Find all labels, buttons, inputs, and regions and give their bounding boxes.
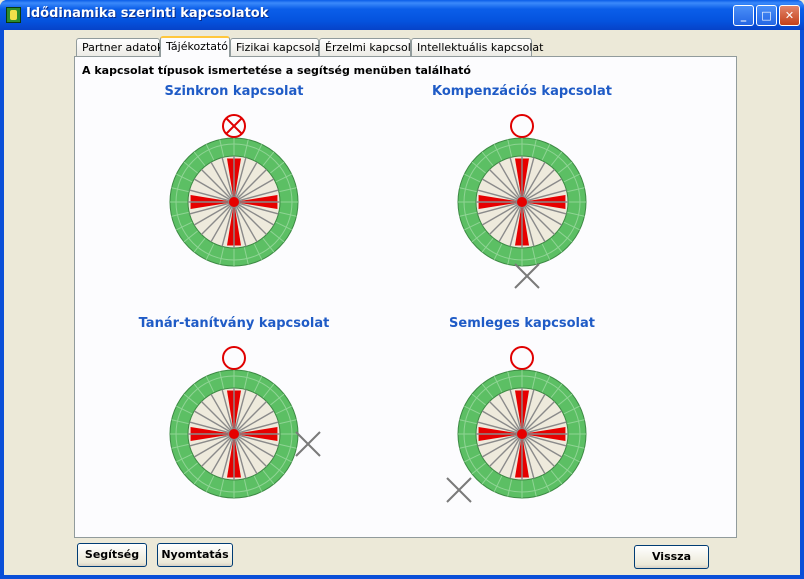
title-bar[interactable]: Idődinamika szerinti kapcsolatok _ □ ✕	[0, 0, 804, 30]
tab-intellektualis-kapcsolat[interactable]: Intellektuális kapcsolat	[411, 38, 543, 56]
tab-erzelmi-kapcsolat[interactable]: Érzelmi kapcsolat	[319, 38, 422, 56]
print-button[interactable]: Nyomtatás	[157, 543, 233, 567]
app-window: Idődinamika szerinti kapcsolatok _ □ ✕ P…	[0, 0, 804, 579]
window-title: Idődinamika szerinti kapcsolatok	[26, 6, 269, 21]
center-dot	[517, 429, 527, 439]
app-icon	[6, 7, 21, 23]
right-margin	[738, 30, 800, 575]
minimize-button[interactable]: _	[733, 5, 754, 26]
tab-panel-tajekoztato: A kapcsolat típusok ismertetése a segíts…	[74, 56, 737, 538]
marker-circle	[510, 346, 534, 370]
dial-semleges	[446, 346, 587, 503]
maximize-button[interactable]: □	[756, 5, 777, 26]
back-button[interactable]: Vissza	[634, 545, 709, 569]
tab-fizikai-kapcsolat[interactable]: Fizikai kapcsolat	[230, 38, 325, 56]
tab-tajekoztato[interactable]: Tájékoztató	[160, 36, 230, 57]
close-button[interactable]: ✕	[779, 5, 800, 26]
tab-partner-adatok[interactable]: Partner adatok	[76, 38, 163, 56]
client-area: Partner adatok Tájékoztató Fizikai kapcs…	[4, 30, 800, 575]
help-button[interactable]: Segítség	[77, 543, 147, 567]
